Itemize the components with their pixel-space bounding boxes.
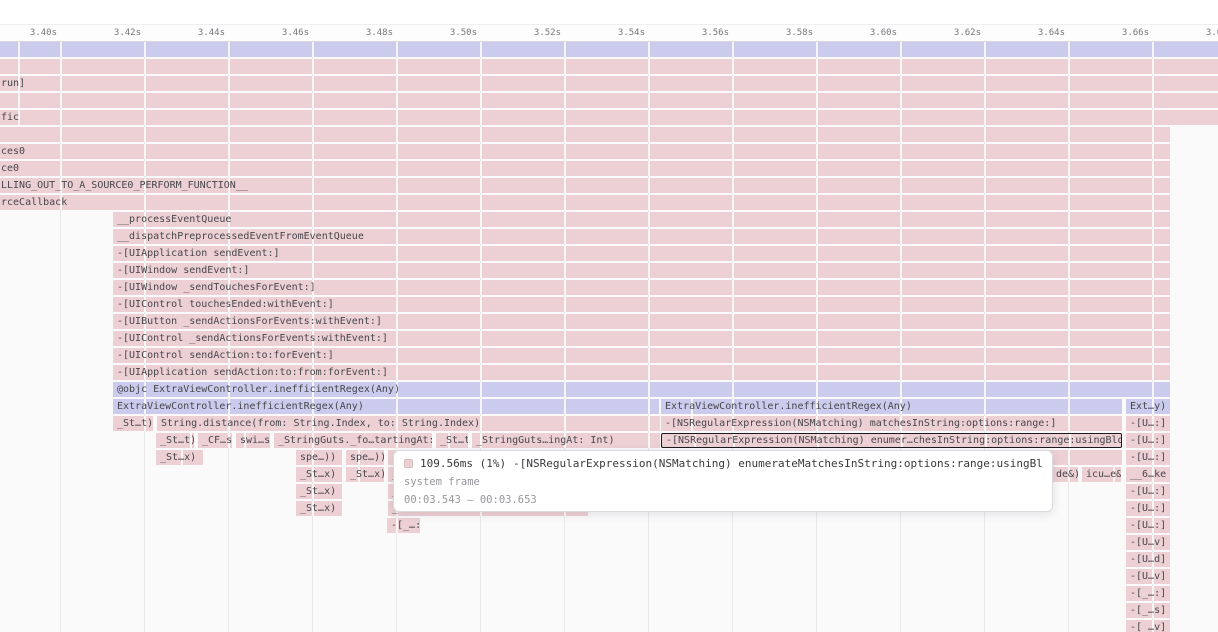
flame-bar[interactable]: -[_…s] — [1126, 603, 1170, 618]
flame-bar[interactable]: fic — [0, 110, 1218, 125]
flame-bar[interactable]: -[NSRegularExpression(NSMatching) matche… — [661, 416, 1122, 431]
flame-bar[interactable]: ExtraViewController.inefficientRegex(Any… — [113, 399, 659, 414]
flame-bar[interactable]: -[UIControl sendAction:to:forEvent:] — [113, 348, 1170, 363]
ruler-tick-label: 3.68s — [1173, 28, 1218, 38]
flame-bar[interactable]: spe…)) — [296, 450, 342, 465]
flame-bar[interactable]: icu…e&) — [1082, 467, 1121, 482]
flame-bar[interactable]: -[UIApplication sendAction:to:from:forEv… — [113, 365, 1170, 380]
flame-bar[interactable]: -[U…:] — [1126, 518, 1170, 533]
flame-bar[interactable]: -[_…v] — [1126, 620, 1170, 632]
flame-bar[interactable]: -[UIButton _sendActionsForEvents:withEve… — [113, 314, 1170, 329]
flame-bar[interactable]: -[UIApplication sendEvent:] — [113, 246, 1170, 261]
flame-bar[interactable]: ExtraViewController.inefficientRegex(Any… — [661, 399, 1122, 414]
flame-bar[interactable]: de&) — [1052, 467, 1078, 482]
flame-bar[interactable]: _St…t) — [156, 433, 194, 448]
ruler-tick-label: 3.62s — [921, 28, 981, 38]
flame-bar[interactable]: __dispatchPreprocessedEventFromEventQueu… — [113, 229, 1170, 244]
flame-bar[interactable]: -[U…:] — [1126, 416, 1170, 431]
ruler-tick-label: 3.50s — [417, 28, 477, 38]
flame-bar[interactable]: swi…se — [236, 433, 270, 448]
flame-bar[interactable] — [0, 59, 1218, 74]
flame-bar[interactable]: -[UIWindow sendEvent:] — [113, 263, 1170, 278]
flame-bar[interactable]: -[U…v] — [1126, 569, 1170, 584]
flame-bar[interactable]: @objc ExtraViewController.inefficientReg… — [113, 382, 1170, 397]
ruler-tick-label: 3.42s — [81, 28, 141, 38]
ruler-tick-label: 3.64s — [1005, 28, 1065, 38]
tooltip-frame-kind: system frame — [404, 476, 1042, 488]
timeline-ruler[interactable]: 3.40s 3.42s 3.44s 3.46s 3.48s 3.50s 3.52s 3.54s… — [0, 24, 1218, 42]
tooltip-time-range: 00:03.543 — 00:03.653 — [404, 494, 1042, 506]
flame-bar[interactable]: -[U…:] — [1126, 484, 1170, 499]
flame-bar[interactable]: -[_…:] — [387, 518, 420, 533]
flame-bar[interactable]: rceCallback — [0, 195, 1170, 210]
ruler-tick-label: 3.52s — [501, 28, 561, 38]
ruler-tick-label: 3.48s — [333, 28, 393, 38]
flame-bar[interactable]: -[U…d] — [1126, 552, 1170, 567]
flame-bar[interactable]: _St…t) — [113, 416, 153, 431]
flame-bar[interactable]: -[U…:] — [1126, 501, 1170, 516]
ruler-tick-label: 3.60s — [837, 28, 897, 38]
frame-color-swatch-icon — [404, 459, 413, 468]
flame-bar[interactable]: ces0 — [0, 144, 1170, 159]
ruler-tick-label: 3.56s — [669, 28, 729, 38]
flame-bar[interactable] — [0, 93, 1218, 108]
flame-bar[interactable] — [0, 127, 1170, 142]
flame-bar[interactable]: -[U…:] — [1126, 433, 1170, 448]
flame-bar[interactable]: -[_…:] — [1126, 586, 1170, 601]
flame-bar[interactable]: spe…)) — [346, 450, 384, 465]
instruments-time-profiler-window: 3.40s 3.42s 3.44s 3.46s 3.48s 3.50s 3.52s 3.54s… — [0, 0, 1218, 632]
flame-bar[interactable]: -[UIWindow _sendTouchesForEvent:] — [113, 280, 1170, 295]
tooltip-duration: 109.56ms (1%) — [420, 457, 506, 470]
tooltip-title-line: 109.56ms (1%) -[NSRegularExpression(NSMa… — [404, 457, 1042, 470]
ruler-tick-label: 3.44s — [165, 28, 225, 38]
tooltip: 109.56ms (1%) -[NSRegularExpression(NSMa… — [393, 450, 1053, 512]
ruler-tick-label: 3.58s — [753, 28, 813, 38]
flame-bar[interactable] — [0, 42, 1218, 57]
flame-bar[interactable]: run] — [0, 76, 1218, 91]
flame-bar[interactable]: ce0 — [0, 161, 1170, 176]
ruler-tick-label: 3.66s — [1089, 28, 1149, 38]
flame-bar[interactable]: -[UIControl touchesEnded:withEvent:] — [113, 297, 1170, 312]
flame-bar[interactable]: _StringGuts…ingAt: Int) — [472, 433, 660, 448]
flame-bar[interactable]: _CF…se — [198, 433, 232, 448]
flame-bar[interactable]: _St…x) — [296, 467, 342, 482]
tooltip-symbol: -[NSRegularExpression(NSMatching) enumer… — [513, 457, 1042, 470]
flame-bar[interactable]: _St…t) — [436, 433, 468, 448]
flame-bar-selected[interactable]: -[NSRegularExpression(NSMatching) enumer… — [661, 433, 1122, 448]
flame-bar[interactable]: -[U…v] — [1126, 535, 1170, 550]
flame-bar[interactable]: -[UIControl _sendActionsForEvents:withEv… — [113, 331, 1170, 346]
flame-bar[interactable]: LLING_OUT_TO_A_SOURCE0_PERFORM_FUNCTION_… — [0, 178, 1170, 193]
ruler-tick-label: 3.40s — [0, 28, 57, 38]
flame-bar[interactable]: __processEventQueue — [113, 212, 1170, 227]
flame-bar[interactable]: __6…ke — [1126, 467, 1170, 482]
flame-bar[interactable]: _St…x) — [296, 501, 342, 516]
flame-bar[interactable]: String.distance(from: String.Index, to: … — [157, 416, 660, 431]
ruler-tick-label: 3.54s — [585, 28, 645, 38]
flame-bar[interactable]: _St…x) — [346, 467, 384, 482]
flame-graph-canvas: run] fic ces0 ce0 LLING_OUT_TO_A_SOURCE0_PER… — [0, 42, 1218, 632]
ruler-tick-label: 3.46s — [249, 28, 309, 38]
flame-bar[interactable]: Ext…y) — [1126, 399, 1170, 414]
flame-bar[interactable]: _St…x) — [296, 484, 342, 499]
flame-bar[interactable]: -[U…:] — [1126, 450, 1170, 465]
flame-bar[interactable]: _St…x) — [156, 450, 203, 465]
flame-bar[interactable]: _StringGuts._fo…tartingAt: Int) — [274, 433, 432, 448]
